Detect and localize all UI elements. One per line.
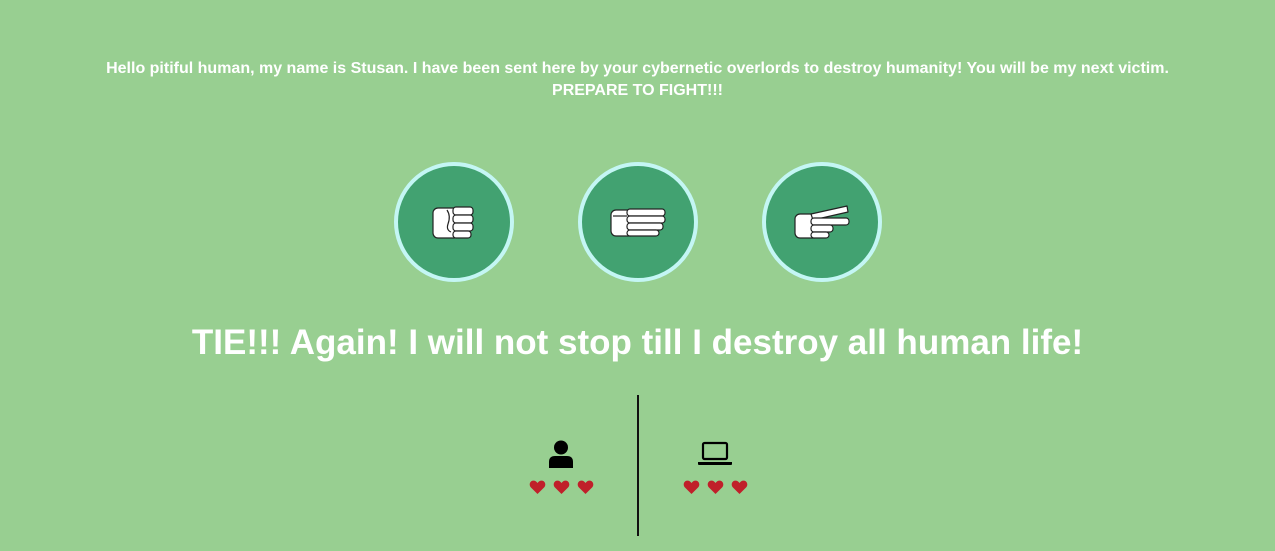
heart-icon — [707, 480, 723, 494]
computer-lives — [675, 480, 755, 494]
intro-line-1: Hello pitiful human, my name is Stusan. … — [106, 60, 1169, 77]
choice-buttons — [394, 162, 882, 282]
paper-button[interactable] — [578, 162, 698, 282]
round-result: TIE!!! Again! I will not stop till I des… — [191, 323, 1084, 362]
laptop-icon — [698, 441, 732, 465]
paper-hand-icon — [610, 208, 666, 237]
human-lives — [521, 480, 601, 494]
intro-line-2: PREPARE TO FIGHT!!! — [552, 82, 723, 99]
computer-scoreboard — [675, 438, 755, 494]
heart-icon — [553, 480, 569, 494]
rock-fist-icon — [432, 206, 474, 239]
heart-icon — [529, 480, 545, 494]
heart-icon — [731, 480, 747, 494]
heart-icon — [683, 480, 699, 494]
rock-button[interactable] — [394, 162, 514, 282]
scoreboard-divider — [637, 395, 639, 536]
heart-icon — [577, 480, 593, 494]
scissors-button[interactable] — [762, 162, 882, 282]
user-icon — [549, 440, 573, 468]
intro-message: Hello pitiful human, my name is Stusan. … — [0, 58, 1275, 102]
human-scoreboard — [521, 438, 601, 494]
scissors-hand-icon — [794, 205, 850, 239]
